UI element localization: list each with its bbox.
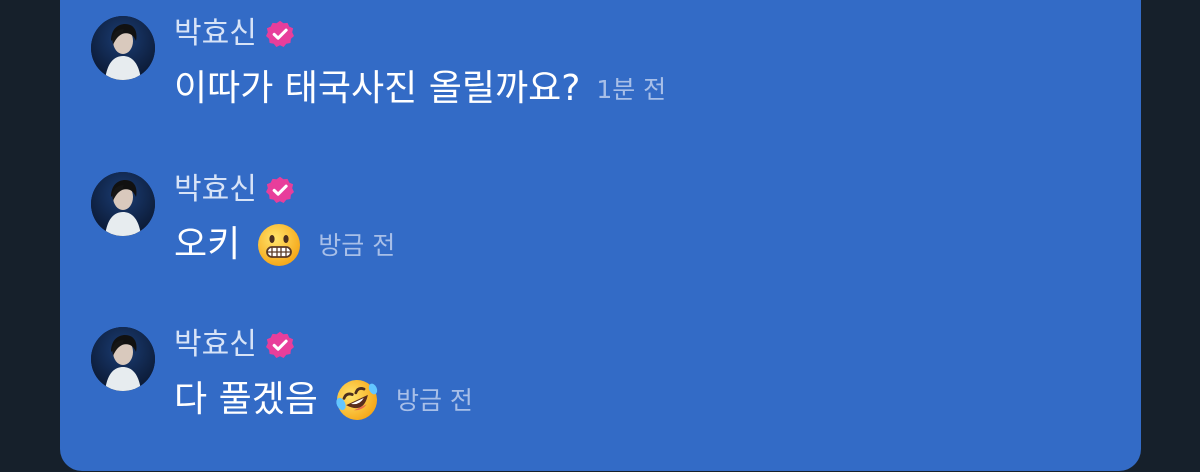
message-row: 오키 방금 전 (174, 220, 395, 270)
message-row: 이따가 태국사진 올릴까요? 1분 전 (174, 64, 666, 114)
chat-message: 박효신 오키 방금 전 (60, 172, 1141, 292)
message-text: 오키 (174, 224, 241, 265)
sender-name: 박효신 (174, 16, 257, 51)
message-text: 이따가 태국사진 올릴까요? (174, 68, 581, 109)
grimacing-face-icon (256, 222, 302, 268)
chat-message: 박효신 이따가 태국사진 올릴까요? 1분 전 (60, 16, 1141, 136)
message-row: 다 풀겠음 방금 전 (174, 375, 473, 425)
sender-row: 박효신 (174, 14, 295, 54)
avatar[interactable] (91, 172, 155, 236)
verified-badge-icon (265, 330, 295, 360)
sender-name: 박효신 (174, 327, 257, 362)
sender-row: 박효신 (174, 170, 295, 210)
message-time: 1분 전 (596, 74, 667, 104)
message-time: 방금 전 (318, 230, 396, 260)
verified-badge-icon (265, 175, 295, 205)
avatar[interactable] (91, 16, 155, 80)
rolling-on-the-floor-laughing-icon (334, 377, 380, 423)
verified-badge-icon (265, 19, 295, 49)
avatar[interactable] (91, 327, 155, 391)
chat-message: 박효신 다 풀겠음 방금 전 (60, 327, 1141, 447)
sender-row: 박효신 (174, 325, 295, 365)
sender-name: 박효신 (174, 172, 257, 207)
chat-panel: 박효신 이따가 태국사진 올릴까요? 1분 전 박효신 오키 방금 전 박효신 … (60, 0, 1141, 471)
message-time: 방금 전 (395, 385, 473, 415)
message-text: 다 풀겠음 (174, 379, 318, 420)
